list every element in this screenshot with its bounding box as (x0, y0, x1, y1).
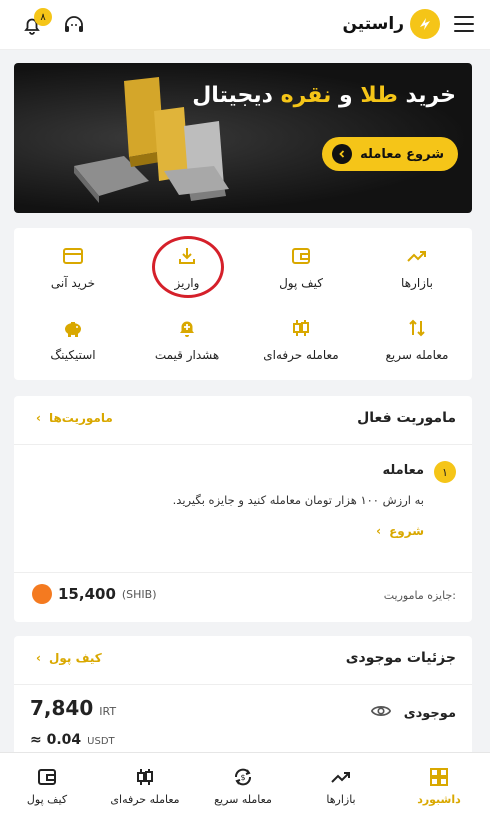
start-trading-button[interactable]: شروع معامله (322, 137, 458, 171)
quick-action-instant-buy[interactable]: خرید آنی (18, 244, 128, 290)
trending-up-icon (329, 765, 353, 789)
balance-irt: 7,840 IRT (30, 696, 116, 720)
reward-amount: 15,400 (58, 585, 116, 603)
divider (14, 572, 472, 573)
quick-action-staking[interactable]: استیکینگ (18, 316, 128, 362)
balance-label: موجودی (403, 706, 456, 721)
quick-action-label: خرید آنی (50, 276, 96, 290)
brand-logo[interactable]: راستین (342, 9, 440, 39)
chevron-left-icon: ‹ (36, 651, 41, 665)
missions-card: ماموریت فعال ‹ ماموریت‌ها ۱ معامله به ار… (14, 396, 472, 622)
quick-action-label: کیف پول (279, 276, 323, 290)
mission-title: معامله (382, 463, 424, 478)
swap-vertical-icon (405, 316, 429, 340)
balance-card: جزئیات موجودی ‹ کیف پول موجودی 7,840 IRT… (14, 636, 472, 766)
mission-start-label: شروع (389, 524, 424, 538)
reward-label: جایزه ماموریت: (383, 589, 456, 602)
mission-description: به ارزش ۱۰۰ هزار تومان معامله کنید و جای… (172, 493, 424, 507)
divider (14, 444, 472, 445)
chevron-left-icon: ‹ (376, 524, 382, 538)
brand-name: راستین (342, 14, 404, 34)
balance-usdt-unit: USDT (87, 736, 115, 747)
chevron-left-icon (332, 144, 353, 164)
shib-coin-icon (32, 584, 52, 604)
mission-start-link[interactable]: ‹ شروع (376, 524, 424, 538)
nav-markets[interactable]: بازارها (296, 765, 386, 806)
bottom-navigation: داشبورد بازارها $ معامله سریع معامله حرف… (0, 752, 490, 815)
banner-title-part: دیجیتال (192, 83, 281, 108)
nav-label: داشبورد (417, 793, 461, 806)
nav-pro-trade[interactable]: معامله حرفه‌ای (100, 765, 190, 806)
quick-action-quick-trade[interactable]: معامله سریع (362, 316, 472, 362)
brand-mark-icon (410, 9, 440, 39)
reward-value: 15,400 (SHIB) (32, 584, 157, 604)
wallet-link-label: کیف پول (48, 651, 102, 665)
missions-title: ماموریت فعال (357, 410, 456, 426)
banner-title-gold: طلا (360, 83, 398, 108)
notification-badge: ۸ (34, 8, 52, 26)
nav-quick-trade[interactable]: $ معامله سریع (198, 765, 288, 806)
banner-title-part: و (331, 83, 361, 108)
nav-label: بازارها (326, 793, 356, 806)
candlestick-icon (289, 316, 313, 340)
credit-card-icon (61, 244, 85, 268)
dashboard-grid-icon (427, 765, 451, 789)
balance-usdt: ≈ 0.04 USDT (30, 732, 115, 748)
reward-unit: (SHIB) (121, 587, 157, 601)
quick-actions-card: بازارها کیف پول واریز خرید آنی معامله سر… (14, 228, 472, 380)
quick-action-price-alert[interactable]: هشدار قیمت (132, 316, 242, 362)
nav-label: معامله سریع (214, 793, 272, 806)
piggy-bank-icon (61, 316, 85, 340)
promo-banner[interactable]: خرید طلا و نقره دیجیتال شروع معامله (14, 63, 472, 213)
eye-icon[interactable] (370, 700, 392, 722)
balance-irt-unit: IRT (99, 705, 117, 718)
quick-action-pro-trade[interactable]: معامله حرفه‌ای (246, 316, 356, 362)
divider (14, 684, 472, 685)
nav-wallet[interactable]: کیف پول (2, 765, 92, 806)
red-annotation-circle (152, 236, 224, 298)
start-trading-label: شروع معامله (360, 146, 444, 162)
nav-dashboard[interactable]: داشبورد (394, 765, 484, 806)
quick-action-markets[interactable]: بازارها (362, 244, 472, 290)
wallet-link[interactable]: ‹ کیف پول (36, 651, 102, 665)
top-header: راستین ۸ (0, 0, 490, 50)
quick-action-label: استیکینگ (50, 348, 96, 362)
svg-text:$: $ (240, 773, 245, 782)
bell-plus-icon (175, 316, 199, 340)
balance-usdt-value: ≈ 0.04 (30, 732, 82, 748)
quick-action-label: بازارها (401, 276, 433, 290)
banner-title-silver: نقره (280, 83, 332, 108)
chevron-left-icon: ‹ (36, 411, 41, 425)
missions-link[interactable]: ‹ ماموریت‌ها (36, 411, 113, 425)
quick-action-wallet[interactable]: کیف پول (246, 244, 356, 290)
mission-step-badge: ۱ (434, 461, 456, 483)
quick-action-label: هشدار قیمت (154, 348, 220, 362)
support-headset-icon[interactable] (62, 13, 86, 37)
candlestick-icon (133, 765, 157, 789)
nav-label: کیف پول (26, 793, 68, 806)
currency-exchange-icon: $ (231, 765, 255, 789)
wallet-icon (289, 244, 313, 268)
quick-action-label: معامله سریع (385, 348, 449, 362)
nav-label: معامله حرفه‌ای (110, 793, 180, 806)
missions-link-label: ماموریت‌ها (48, 411, 113, 425)
hamburger-menu-icon[interactable] (454, 16, 474, 32)
balance-irt-value: 7,840 (30, 696, 94, 720)
wallet-icon (35, 765, 59, 789)
banner-title: خرید طلا و نقره دیجیتال (192, 83, 456, 108)
balance-title: جزئیات موجودی (345, 650, 456, 666)
quick-action-label: معامله حرفه‌ای (263, 348, 339, 362)
banner-title-part: خرید (397, 83, 456, 108)
trending-up-icon (405, 244, 429, 268)
